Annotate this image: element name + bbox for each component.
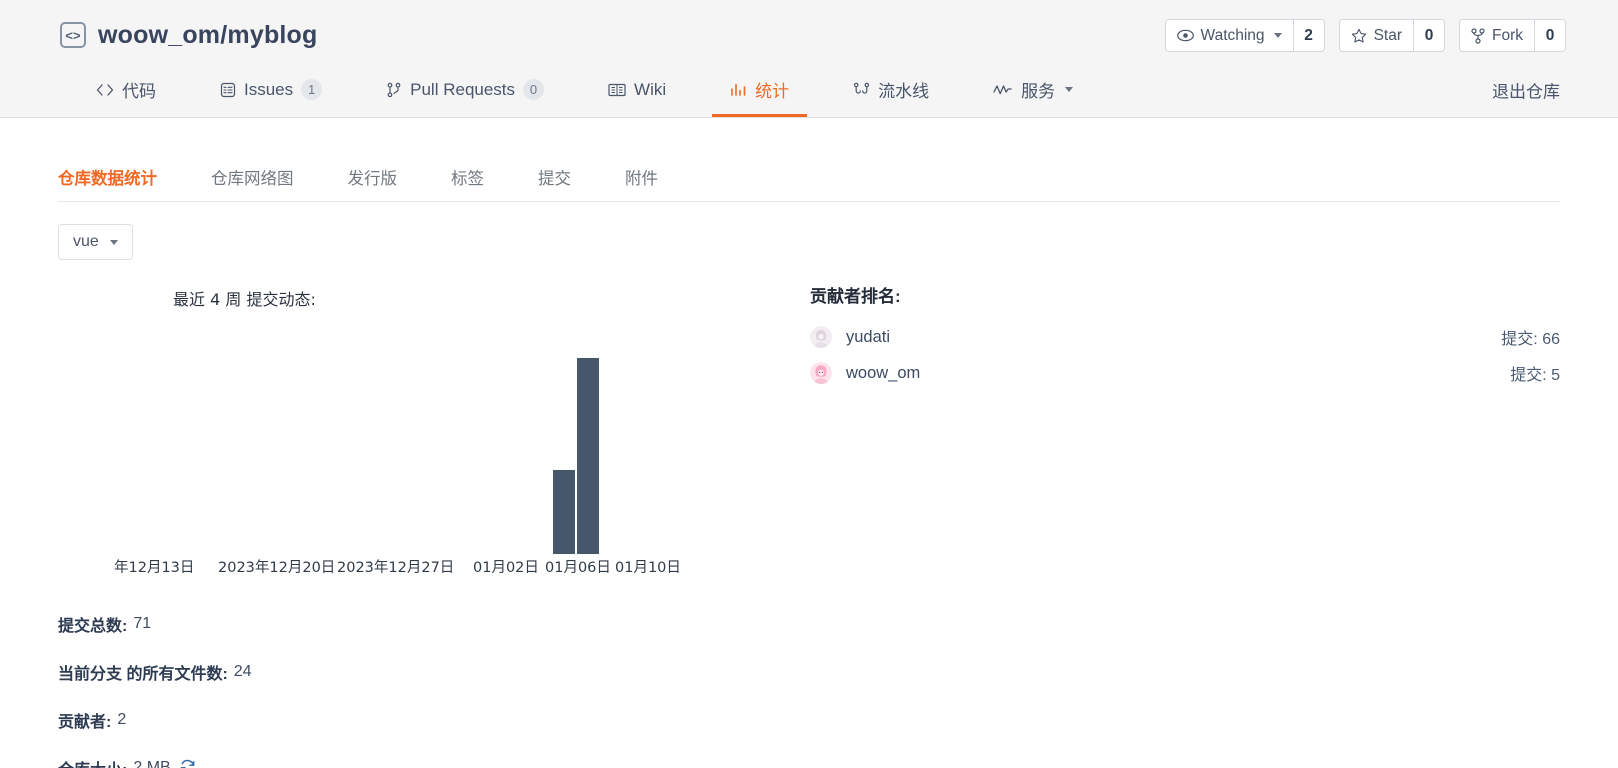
nav-tab-pull-requests-label: Pull Requests	[410, 79, 516, 99]
watch-button-group[interactable]: Watching 2	[1164, 19, 1325, 52]
fork-count[interactable]: 0	[1534, 20, 1565, 51]
pipe-icon	[853, 82, 870, 97]
nav-tab-pipeline[interactable]: 流水线	[835, 62, 947, 117]
statistics-content: 最近 4 周 提交动态: 年12月13日 2023年12月20日 2023年12月2…	[0, 282, 1618, 768]
sub-tab-network-graph[interactable]: 仓库网络图	[211, 165, 294, 201]
nav-tab-code[interactable]: 代码	[78, 62, 174, 117]
stat-file-count: 当前分支 的所有文件数: 24	[58, 660, 798, 684]
contributors-panel: 贡献者排名: yudati 提交: 66 woow_om 提交: 5	[798, 282, 1560, 768]
chevron-down-icon	[109, 239, 118, 245]
contributor-row: woow_om 提交: 5	[798, 361, 1560, 385]
branch-select[interactable]: vue	[58, 224, 133, 260]
stat-total-commits: 提交总数: 71	[58, 612, 798, 636]
fork-button-label: Fork	[1492, 26, 1523, 44]
stat-file-count-value: 24	[233, 663, 252, 680]
eye-icon	[1176, 29, 1194, 42]
watch-count[interactable]: 2	[1292, 20, 1324, 51]
chart-bar	[553, 470, 575, 554]
chevron-down-icon	[1065, 87, 1074, 92]
chart-title: 最近 4 周 提交动态:	[173, 290, 316, 309]
pr-icon	[386, 82, 402, 98]
star-button[interactable]: Star	[1339, 20, 1413, 51]
nav-tab-wiki[interactable]: Wiki	[590, 62, 684, 117]
sub-tab-repo-statistics[interactable]: 仓库数据统计	[58, 165, 157, 201]
contributor-row: yudati 提交: 66	[798, 325, 1560, 349]
chart-x-axis: 年12月13日 2023年12月20日 2023年12月27日 01月02日 01月06…	[58, 556, 798, 582]
chart-x-tick-label: 01月02日	[473, 560, 539, 576]
nav-tab-issues-badge: 1	[301, 79, 323, 100]
stat-repo-size-label: 仓库大小:	[58, 756, 127, 768]
repo-nav: 代码 Issues 1 Pull Requests 0 Wiki 统计 流水线 …	[0, 62, 1618, 117]
stat-contributors-label: 贡献者:	[58, 714, 112, 731]
star-icon	[1351, 28, 1366, 43]
stat-repo-size: 仓库大小: 2 MB	[58, 756, 798, 768]
chart-x-tick-label: 年12月13日	[114, 560, 195, 576]
nav-tab-code-label: 代码	[122, 82, 156, 101]
stat-file-count-label: 当前分支 的所有文件数:	[58, 666, 228, 683]
star-button-group[interactable]: Star 0	[1338, 19, 1445, 52]
nav-tab-pull-requests-badge: 0	[523, 79, 545, 100]
nav-tab-statistics-label: 统计	[755, 82, 790, 101]
chevron-down-icon	[1273, 33, 1282, 38]
avatar[interactable]	[810, 326, 832, 348]
code-icon	[96, 83, 114, 97]
header-actions: Watching 2 Star 0 Fork 0	[1164, 19, 1566, 52]
chart-x-tick-label: 2023年12月27日	[337, 560, 455, 576]
star-button-label: Star	[1373, 26, 1402, 44]
repo-owner-link[interactable]: woow_om	[98, 21, 220, 49]
fork-button-group[interactable]: Fork 0	[1459, 19, 1566, 52]
fork-button[interactable]: Fork	[1460, 20, 1534, 51]
commit-activity-chart	[58, 324, 798, 554]
chart-x-tick-label: 01月10日	[615, 560, 681, 576]
repo-stats-list: 提交总数: 71 当前分支 的所有文件数: 24 贡献者: 2 仓库大小: 2 …	[58, 612, 798, 768]
sub-tab-tags[interactable]: 标签	[451, 165, 484, 201]
branch-row: vue	[58, 224, 1618, 260]
stat-total-commits-value: 71	[133, 615, 152, 632]
repo-header: <> woow_om/myblog Watching 2 Star 0 Fork…	[0, 0, 1618, 118]
refresh-icon[interactable]	[179, 758, 196, 768]
statistics-sub-tabs: 仓库数据统计 仓库网络图 发行版 标签 提交 附件	[58, 158, 1560, 202]
contributors-title: 贡献者排名:	[810, 287, 901, 306]
page-title: woow_om/myblog	[98, 21, 318, 50]
nav-tab-services-label: 服务	[1021, 82, 1056, 101]
commit-activity-panel: 最近 4 周 提交动态: 年12月13日 2023年12月20日 2023年12月2…	[58, 282, 798, 768]
wiki-icon	[608, 83, 626, 97]
sub-tab-commits[interactable]: 提交	[538, 165, 571, 201]
issues-icon	[220, 82, 236, 98]
star-count[interactable]: 0	[1413, 20, 1444, 51]
chart-icon	[730, 82, 747, 97]
nav-tab-statistics[interactable]: 统计	[712, 62, 808, 117]
contributor-name[interactable]: woow_om	[846, 364, 920, 383]
nav-tab-issues-label: Issues	[244, 79, 294, 99]
watch-button-label: Watching	[1200, 26, 1265, 44]
stat-contributors-value: 2	[117, 711, 127, 728]
avatar[interactable]	[810, 362, 832, 384]
sub-tab-releases[interactable]: 发行版	[348, 165, 398, 201]
contributor-commits: 提交: 66	[1501, 331, 1560, 348]
nav-tab-issues[interactable]: Issues 1	[202, 62, 340, 117]
fork-icon	[1471, 27, 1485, 44]
branch-select-value: vue	[73, 233, 99, 250]
nav-tab-wiki-label: Wiki	[634, 79, 667, 99]
nav-tab-services[interactable]: 服务	[975, 62, 1091, 117]
watch-button[interactable]: Watching	[1165, 20, 1293, 51]
code-repo-icon: <>	[60, 22, 86, 48]
chart-bar	[577, 358, 599, 554]
exit-repo-link[interactable]: 退出仓库	[1492, 77, 1560, 102]
contributor-name[interactable]: yudati	[846, 328, 890, 347]
service-icon	[993, 83, 1013, 96]
contributor-commits: 提交: 5	[1510, 367, 1560, 384]
sub-tab-attachments[interactable]: 附件	[625, 165, 658, 201]
chart-x-tick-label: 01月06日	[545, 560, 611, 576]
stat-total-commits-label: 提交总数:	[58, 618, 128, 635]
nav-tab-pipeline-label: 流水线	[878, 82, 930, 101]
repo-name-link[interactable]: myblog	[227, 21, 317, 49]
stat-contributors: 贡献者: 2	[58, 708, 798, 732]
nav-tab-pull-requests[interactable]: Pull Requests 0	[368, 62, 562, 117]
chart-x-tick-label: 2023年12月20日	[218, 560, 336, 576]
stat-repo-size-value: 2 MB	[133, 759, 171, 768]
